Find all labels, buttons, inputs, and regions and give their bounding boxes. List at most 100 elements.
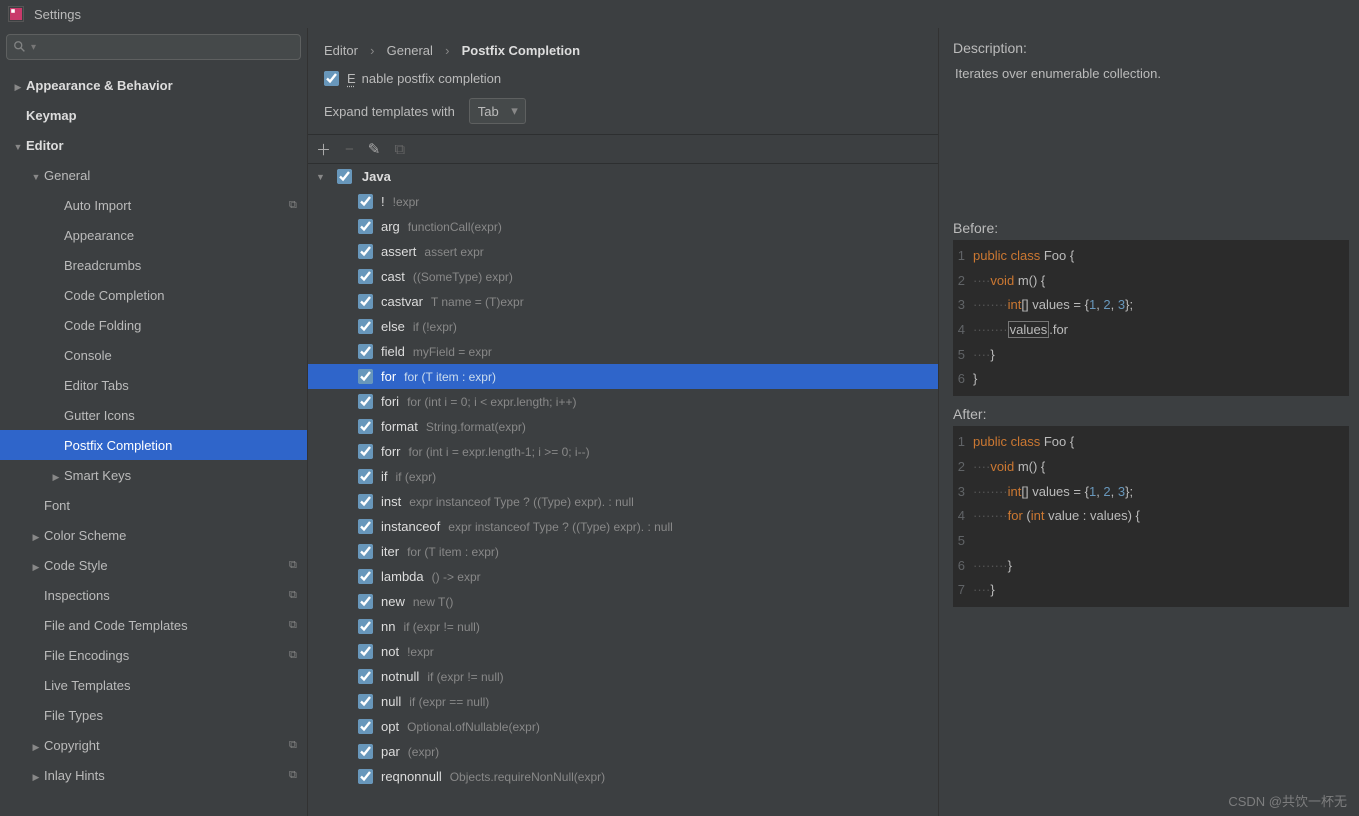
template-checkbox[interactable] <box>358 644 373 659</box>
template-nn[interactable]: nnif (expr != null) <box>308 614 938 639</box>
template-checkbox[interactable] <box>358 219 373 234</box>
template-checkbox[interactable] <box>358 444 373 459</box>
template-list: ▼ Java !!exprargfunctionCall(expr)assert… <box>308 164 938 816</box>
sidebar-item-breadcrumbs[interactable]: Breadcrumbs <box>0 250 307 280</box>
sidebar-item-label: File Encodings <box>44 648 289 663</box>
sidebar-item-general[interactable]: General <box>0 160 307 190</box>
crumb-general[interactable]: General <box>387 43 433 58</box>
template-lambda[interactable]: lambda() -> expr <box>308 564 938 589</box>
template-checkbox[interactable] <box>358 244 373 259</box>
template-par[interactable]: par(expr) <box>308 739 938 764</box>
after-title: After: <box>953 406 1349 422</box>
group-checkbox[interactable] <box>337 169 352 184</box>
sidebar-item-smart-keys[interactable]: Smart Keys <box>0 460 307 490</box>
template-desc: if (expr == null) <box>409 695 489 709</box>
template-key: instanceof <box>381 519 440 534</box>
sidebar-item-console[interactable]: Console <box>0 340 307 370</box>
template-instanceof[interactable]: instanceofexpr instanceof Type ? ((Type)… <box>308 514 938 539</box>
sidebar-item-label: Inspections <box>44 588 289 603</box>
template-arg[interactable]: argfunctionCall(expr) <box>308 214 938 239</box>
edit-icon[interactable]: ✎ <box>368 140 381 158</box>
template-checkbox[interactable] <box>358 269 373 284</box>
sidebar-item-inspections[interactable]: Inspections⧉ <box>0 580 307 610</box>
group-label: Java <box>362 169 391 184</box>
template-desc: new T() <box>413 595 453 609</box>
sidebar-item-font[interactable]: Font <box>0 490 307 520</box>
template-checkbox[interactable] <box>358 344 373 359</box>
sidebar-item-color-scheme[interactable]: Color Scheme <box>0 520 307 550</box>
template-cast[interactable]: cast((SomeType) expr) <box>308 264 938 289</box>
template-checkbox[interactable] <box>358 369 373 384</box>
template-checkbox[interactable] <box>358 394 373 409</box>
template-if[interactable]: ifif (expr) <box>308 464 938 489</box>
template-key: assert <box>381 244 416 259</box>
template-checkbox[interactable] <box>358 594 373 609</box>
template-checkbox[interactable] <box>358 694 373 709</box>
tree-arrow-icon <box>28 738 44 753</box>
sidebar-item-editor-tabs[interactable]: Editor Tabs <box>0 370 307 400</box>
template-checkbox[interactable] <box>358 619 373 634</box>
template-opt[interactable]: optOptional.ofNullable(expr) <box>308 714 938 739</box>
sidebar-item-appearance[interactable]: Appearance <box>0 220 307 250</box>
template-forr[interactable]: forrfor (int i = expr.length-1; i >= 0; … <box>308 439 938 464</box>
template-checkbox[interactable] <box>358 769 373 784</box>
crumb-editor[interactable]: Editor <box>324 43 358 58</box>
sidebar-item-code-completion[interactable]: Code Completion <box>0 280 307 310</box>
before-title: Before: <box>953 220 1349 236</box>
expand-select[interactable]: Tab <box>469 98 526 124</box>
group-java[interactable]: ▼ Java <box>308 164 938 189</box>
sidebar-item-file-encodings[interactable]: File Encodings⧉ <box>0 640 307 670</box>
sidebar-item-gutter-icons[interactable]: Gutter Icons <box>0 400 307 430</box>
template-null[interactable]: nullif (expr == null) <box>308 689 938 714</box>
sidebar-item-live-templates[interactable]: Live Templates <box>0 670 307 700</box>
sidebar-item-label: General <box>44 168 307 183</box>
template-inst[interactable]: instexpr instanceof Type ? ((Type) expr)… <box>308 489 938 514</box>
sidebar-item-inlay-hints[interactable]: Inlay Hints⧉ <box>0 760 307 790</box>
enable-postfix-checkbox[interactable]: Enable postfix completion <box>324 71 922 86</box>
template-field[interactable]: fieldmyField = expr <box>308 339 938 364</box>
template-castvar[interactable]: castvarT name = (T)expr <box>308 289 938 314</box>
template-checkbox[interactable] <box>358 419 373 434</box>
sidebar-item-code-folding[interactable]: Code Folding <box>0 310 307 340</box>
add-icon[interactable]: ＋ <box>316 139 331 160</box>
scope-icon: ⧉ <box>289 619 307 632</box>
sidebar-item-editor[interactable]: Editor <box>0 130 307 160</box>
template-checkbox[interactable] <box>358 669 373 684</box>
template-new[interactable]: newnew T() <box>308 589 938 614</box>
template-checkbox[interactable] <box>358 469 373 484</box>
template-assert[interactable]: assertassert expr <box>308 239 938 264</box>
sidebar-item-postfix-completion[interactable]: Postfix Completion <box>0 430 307 460</box>
sidebar-item-copyright[interactable]: Copyright⧉ <box>0 730 307 760</box>
sidebar-item-appearance-behavior[interactable]: Appearance & Behavior <box>0 70 307 100</box>
template-checkbox[interactable] <box>358 494 373 509</box>
template-not[interactable]: not!expr <box>308 639 938 664</box>
sidebar-item-file-types[interactable]: File Types <box>0 700 307 730</box>
template-desc: Optional.ofNullable(expr) <box>407 720 540 734</box>
template-checkbox[interactable] <box>358 519 373 534</box>
search-icon <box>13 40 27 54</box>
template-checkbox[interactable] <box>358 569 373 584</box>
template-checkbox[interactable] <box>358 319 373 334</box>
sidebar-item-keymap[interactable]: Keymap <box>0 100 307 130</box>
template-checkbox[interactable] <box>358 294 373 309</box>
template-iter[interactable]: iterfor (T item : expr) <box>308 539 938 564</box>
template-fori[interactable]: forifor (int i = 0; i < expr.length; i++… <box>308 389 938 414</box>
template-key: notnull <box>381 669 419 684</box>
template-x[interactable]: !!expr <box>308 189 938 214</box>
sidebar-item-code-style[interactable]: Code Style⧉ <box>0 550 307 580</box>
tree-arrow-icon <box>28 558 44 573</box>
template-checkbox[interactable] <box>358 744 373 759</box>
template-checkbox[interactable] <box>358 544 373 559</box>
template-notnull[interactable]: notnullif (expr != null) <box>308 664 938 689</box>
template-format[interactable]: formatString.format(expr) <box>308 414 938 439</box>
template-else[interactable]: elseif (!expr) <box>308 314 938 339</box>
sidebar-item-file-and-code-templates[interactable]: File and Code Templates⧉ <box>0 610 307 640</box>
enable-label: nable postfix completion <box>362 71 501 86</box>
template-desc: for (T item : expr) <box>404 370 496 384</box>
template-reqnonnull[interactable]: reqnonnullObjects.requireNonNull(expr) <box>308 764 938 789</box>
search-input[interactable]: ▾ <box>6 34 301 60</box>
template-for[interactable]: forfor (T item : expr) <box>308 364 938 389</box>
template-checkbox[interactable] <box>358 194 373 209</box>
template-checkbox[interactable] <box>358 719 373 734</box>
sidebar-item-auto-import[interactable]: Auto Import⧉ <box>0 190 307 220</box>
